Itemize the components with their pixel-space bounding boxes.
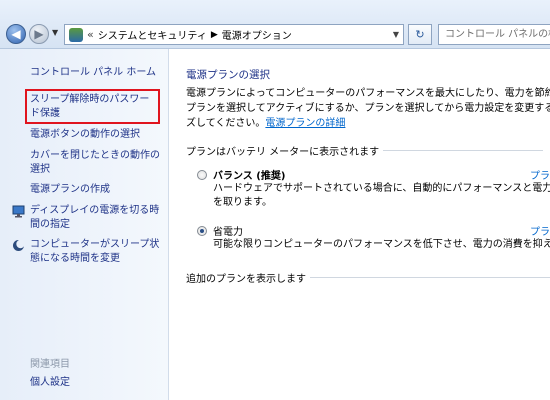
address-dropdown-icon[interactable]: ▼ (389, 30, 403, 39)
description-line: ズしてください。電源プランの詳細 (186, 118, 346, 129)
battery-group-label: プランはバッテリ メーターに表示されます (186, 143, 544, 158)
chevron-down-icon: ▼ (52, 28, 59, 37)
sidebar-item-display-off[interactable]: ディスプレイの電源を切る時間の指定 (30, 204, 160, 232)
power-saver-plan-name[interactable]: 省電力 (213, 223, 243, 238)
sidebar-item-create-plan[interactable]: 電源プランの作成 (30, 183, 164, 197)
back-arrow-icon: ◀ (11, 27, 21, 41)
display-icon (12, 205, 25, 218)
description-line: 電源プランによってコンピューターのパフォーマンスを最大にしたり、電力を節約し (186, 88, 550, 99)
group-divider (310, 277, 550, 278)
power-saver-plan-settings-link[interactable]: プラ (530, 223, 550, 238)
breadcrumb-power-options[interactable]: 電源オプション (222, 27, 292, 42)
group-divider (383, 150, 544, 151)
control-panel-home-link[interactable]: コントロール パネル ホーム (30, 66, 164, 80)
breadcrumb-overflow[interactable]: « (87, 28, 94, 41)
navigation-bar: ◀ ▶ ▼ « システムとセキュリティ ▶ 電源オプション ▼ ↻ コントロール… (0, 0, 550, 49)
forward-button[interactable]: ▶ (29, 24, 49, 44)
page-title: 電源プランの選択 (186, 69, 270, 81)
related-heading: 関連項目 (30, 359, 70, 370)
highlight-box (25, 89, 160, 124)
sidebar-item-sleep-time[interactable]: コンピューターがスリープ状態になる時間を変更 (30, 238, 162, 266)
additional-plans-toggle[interactable]: 追加のプランを表示します (186, 270, 550, 285)
sidebar-item-personalize[interactable]: 個人設定 (30, 376, 164, 390)
forward-arrow-icon: ▶ (34, 27, 44, 41)
moon-icon (13, 239, 25, 251)
search-input[interactable]: コントロール パネルの検 (438, 24, 550, 45)
sidebar-item-lid-close[interactable]: カバーを閉じたときの動作の選択 (30, 149, 160, 177)
breadcrumb-separator-icon[interactable]: ▶ (211, 30, 218, 40)
description-line: プランを選択してアクティブにするか、プランを選択してから電力設定を変更するこ (186, 103, 550, 114)
power-saver-plan-radio[interactable] (197, 226, 207, 236)
refresh-button[interactable]: ↻ (408, 24, 432, 45)
balanced-plan-radio[interactable] (197, 170, 207, 180)
refresh-icon: ↻ (415, 28, 425, 41)
sidebar-item-power-button[interactable]: 電源ボタンの動作の選択 (30, 128, 164, 142)
power-saver-plan-description: 可能な限りコンピューターのパフォーマンスを低下させ、電力の消費を抑えます (213, 239, 550, 250)
balanced-plan-description: ハードウェアでサポートされている場合に、自動的にパフォーマンスと電力消費 を取り… (213, 183, 550, 208)
recent-pages-dropdown[interactable]: ▼ (52, 28, 58, 37)
control-panel-icon (69, 27, 83, 42)
power-plan-details-link[interactable]: 電源プランの詳細 (265, 118, 345, 129)
back-button[interactable]: ◀ (6, 24, 26, 44)
breadcrumb-system-security[interactable]: システムとセキュリティ (98, 27, 207, 42)
page-description: 電源プランによってコンピューターのパフォーマンスを最大にしたり、電力を節約し プ… (186, 86, 550, 131)
balanced-plan-settings-link[interactable]: プラ (530, 167, 550, 182)
main-content: 電源プランの選択 電源プランによってコンピューターのパフォーマンスを最大にしたり… (169, 49, 550, 400)
balanced-plan-name[interactable]: バランス (推奨) (213, 167, 285, 182)
address-bar[interactable]: « システムとセキュリティ ▶ 電源オプション ▼ (64, 24, 404, 45)
